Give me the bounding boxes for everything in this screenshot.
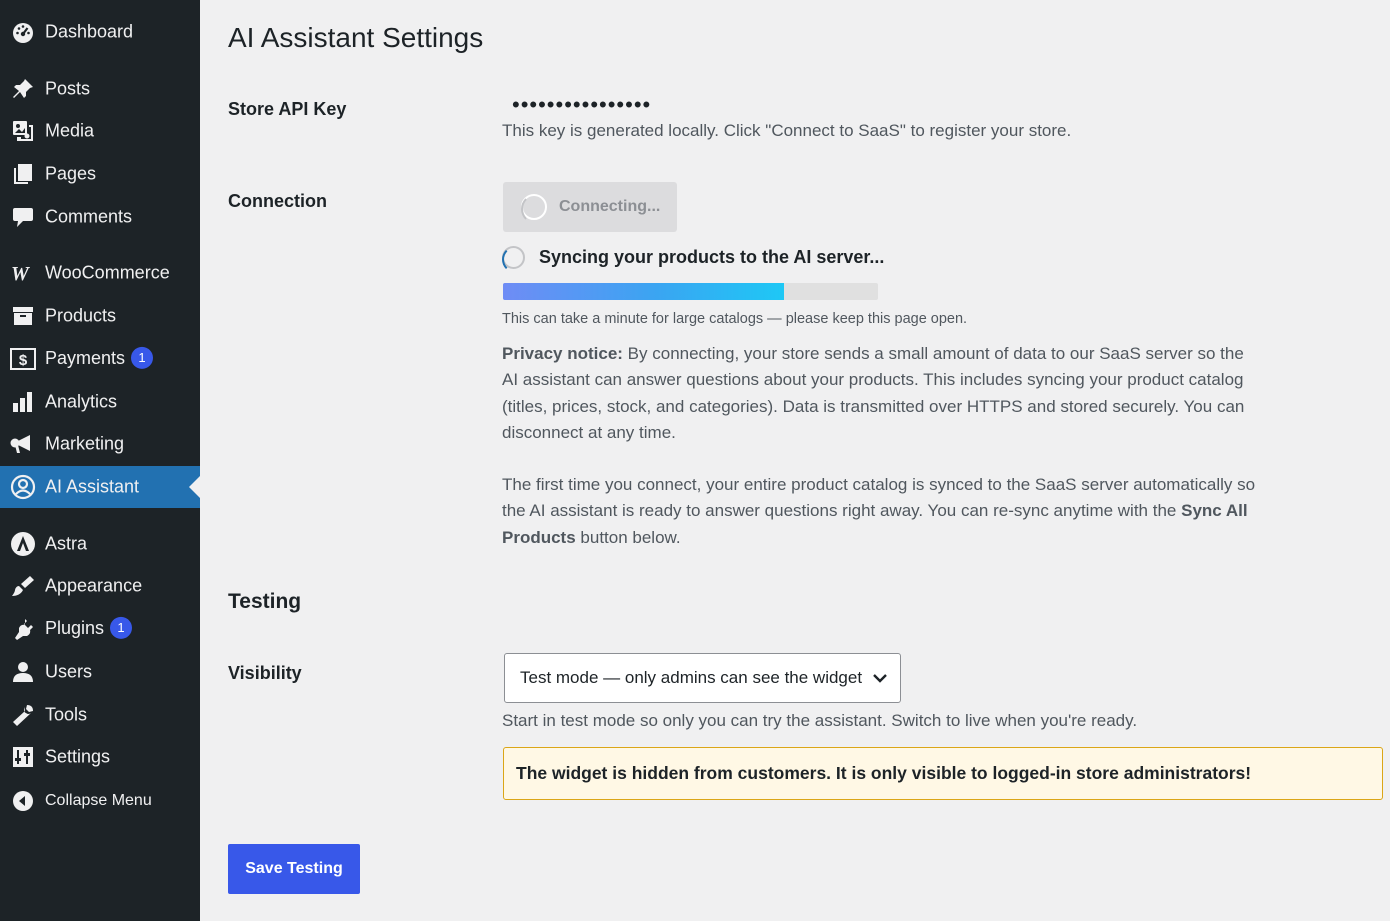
testing-heading: Testing — [228, 590, 302, 613]
sidebar-item-label: Settings — [45, 746, 111, 767]
store-api-key-value: •••••••••••••••• — [512, 92, 652, 117]
astra-icon — [10, 531, 36, 557]
sync-progress-fill — [503, 283, 785, 300]
sidebar-item-label: Media — [45, 120, 95, 141]
sidebar-item-plugins[interactable]: Plugins 1 — [0, 609, 200, 649]
connect-button-label: Connecting... — [559, 198, 661, 215]
sidebar-item-posts[interactable]: Posts — [0, 69, 200, 109]
test-mode-notice: The widget is hidden from customers. It … — [503, 747, 1383, 800]
comment-icon — [10, 204, 36, 230]
sidebar-item-label: Collapse Menu — [45, 792, 152, 809]
store-api-key-description: This key is generated locally. Click "Co… — [502, 121, 1072, 140]
chevron-down-icon — [872, 668, 888, 688]
svg-text:W: W — [11, 263, 30, 283]
sidebar-item-label: WooCommerce — [45, 262, 170, 283]
sync-progress-bar — [503, 283, 878, 300]
connection-label: Connection — [228, 191, 327, 211]
sidebar-item-dashboard[interactable]: Dashboard — [0, 12, 200, 52]
sidebar-item-media[interactable]: Media — [0, 111, 200, 151]
sidebar-item-payments[interactable]: $ Payments 1 — [0, 339, 200, 379]
sync-hint: This can take a minute for large catalog… — [502, 311, 968, 327]
sidebar-item-products[interactable]: Products — [0, 296, 200, 336]
sidebar-item-label: Plugins 1 — [45, 617, 133, 640]
sidebar-item-label: Products — [45, 305, 117, 326]
svg-text:$: $ — [19, 352, 28, 369]
sidebar-item-pages[interactable]: Pages — [0, 154, 200, 194]
sidebar-item-astra[interactable]: Astra — [0, 524, 200, 564]
sidebar-item-label: Comments — [45, 206, 133, 227]
media-icon — [10, 118, 36, 144]
visibility-select-value: Test mode — only admins can see the widg… — [520, 668, 863, 687]
loading-spinner-icon — [521, 194, 547, 224]
woocommerce-icon: W — [10, 260, 36, 286]
sync-info-text: The first time you connect, your entire … — [502, 475, 1256, 521]
dashboard-icon — [10, 19, 36, 45]
sync-info-text-end: button below. — [575, 527, 681, 547]
sidebar-item-label: Astra — [45, 533, 88, 554]
settings-sliders-icon — [10, 744, 36, 770]
visibility-select[interactable]: Test mode — only admins can see the widg… — [504, 653, 901, 703]
sidebar-item-marketing[interactable]: Marketing — [0, 424, 200, 464]
visibility-description: Start in test mode so only you can try t… — [502, 711, 1138, 730]
pushpin-icon — [10, 76, 36, 102]
sidebar-item-label: Payments 1 — [45, 347, 154, 370]
privacy-notice-title: Privacy notice: — [502, 344, 623, 363]
update-count-badge: 1 — [131, 347, 154, 370]
sidebar-item-label: Pages — [45, 163, 97, 184]
archive-icon — [10, 303, 36, 329]
privacy-notice: Privacy notice: By connecting, your stor… — [502, 341, 1262, 446]
megaphone-icon — [10, 431, 36, 457]
sidebar-item-users[interactable]: Users — [0, 652, 200, 692]
sidebar-item-label: Posts — [45, 78, 91, 99]
bar-chart-icon — [10, 389, 36, 415]
sync-status-text: Syncing your products to the AI server..… — [539, 247, 885, 267]
sidebar-item-woocommerce[interactable]: W WooCommerce — [0, 253, 200, 293]
page-title: AI Assistant Settings — [228, 22, 484, 53]
connect-button[interactable]: Connecting... — [503, 182, 677, 232]
collapse-arrow-icon — [10, 788, 36, 814]
sidebar-item-label: Marketing — [45, 433, 125, 454]
sidebar-item-appearance[interactable]: Appearance — [0, 566, 200, 606]
pages-icon — [10, 161, 36, 187]
paintbrush-icon — [10, 573, 36, 599]
sidebar-item-settings[interactable]: Settings — [0, 737, 200, 777]
sidebar-item-tools[interactable]: Tools — [0, 695, 200, 735]
admin-sidebar: Dashboard Posts Media Pages Comments W W… — [0, 0, 200, 921]
sidebar-item-label: Dashboard — [45, 21, 134, 42]
update-count-badge: 1 — [110, 617, 133, 640]
visibility-label: Visibility — [228, 663, 302, 683]
dollar-icon: $ — [10, 346, 36, 372]
sidebar-item-analytics[interactable]: Analytics — [0, 382, 200, 422]
user-icon — [10, 659, 36, 685]
plug-icon — [10, 616, 36, 642]
sidebar-item-label: AI Assistant — [45, 476, 140, 497]
sync-status: Syncing your products to the AI server..… — [502, 246, 885, 273]
user-circle-icon — [10, 474, 36, 500]
save-testing-button[interactable]: Save Testing — [228, 844, 360, 894]
sidebar-item-ai-assistant[interactable]: AI Assistant — [0, 466, 200, 508]
sidebar-item-comments[interactable]: Comments — [0, 197, 200, 237]
sync-info: The first time you connect, your entire … — [502, 472, 1262, 551]
sidebar-item-label: Analytics — [45, 391, 118, 412]
sidebar-item-label: Appearance — [45, 575, 143, 596]
store-api-key-label: Store API Key — [228, 99, 347, 119]
sidebar-item-label: Users — [45, 661, 93, 682]
sync-spinner-icon — [502, 246, 525, 273]
sidebar-item-label: Tools — [45, 704, 88, 725]
wrench-icon — [10, 702, 36, 728]
collapse-menu-button[interactable]: Collapse Menu — [0, 781, 200, 821]
